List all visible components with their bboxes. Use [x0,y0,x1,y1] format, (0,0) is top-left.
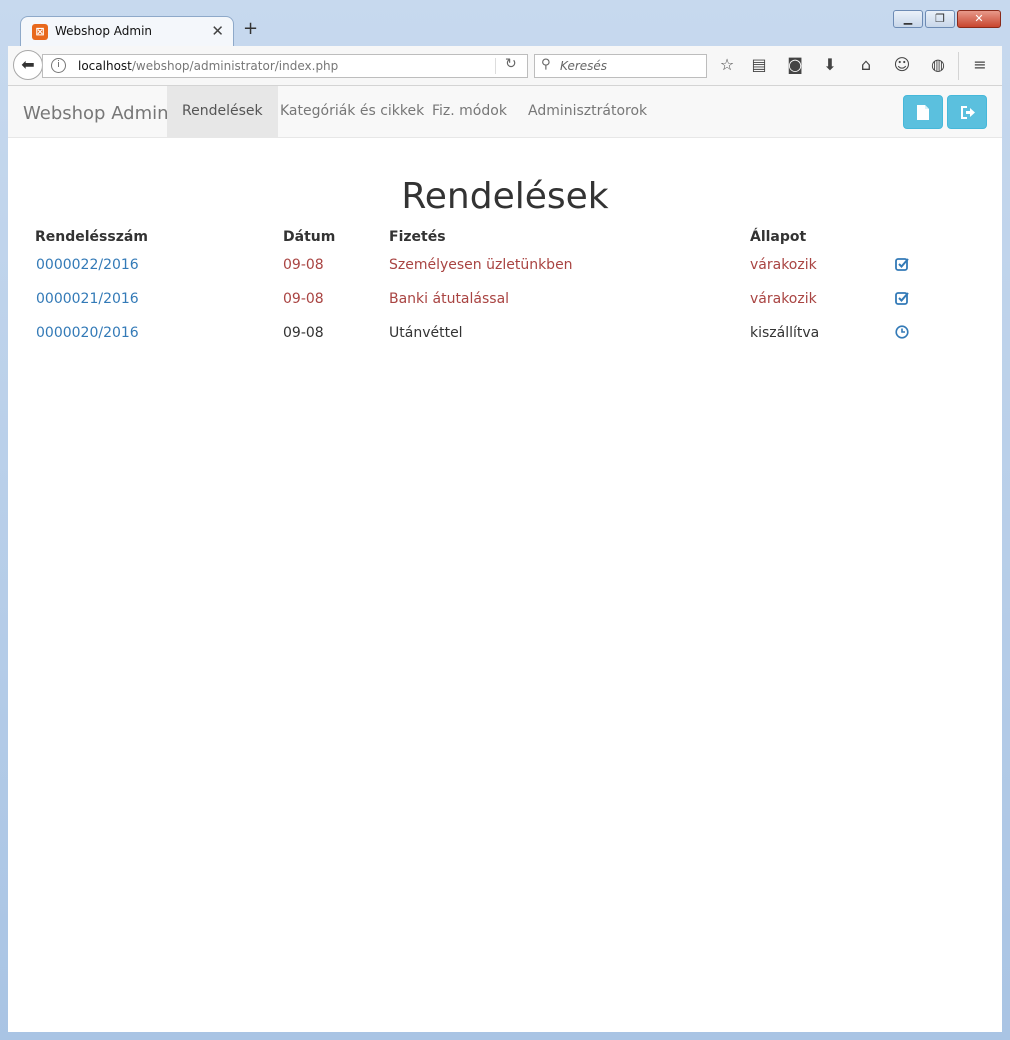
new-document-button[interactable] [903,95,943,129]
page-viewport: Webshop Admin Rendelések Kategóriák és c… [8,86,1002,1032]
reading-list-icon[interactable]: ▤ [749,55,769,75]
hamburger-menu-icon[interactable]: ≡ [970,55,990,75]
url-separator [495,58,496,74]
minimize-button[interactable]: ▁ [893,10,923,28]
window-controls: ▁ ❐ ✕ [893,10,1001,28]
logout-button[interactable] [947,95,987,129]
web-extension-icon[interactable]: ◍ [928,55,948,75]
column-header-status: Állapot [750,229,807,245]
nav-item-administrators[interactable]: Adminisztrátorok [513,86,662,137]
download-icon[interactable]: ⬇ [820,55,840,75]
search-input[interactable]: ⚲ Keresés [534,54,707,78]
url-bar[interactable]: i localhost/webshop/administrator/index.… [42,54,528,78]
nav-item-payment-methods[interactable]: Fiz. módok [417,86,522,137]
url-path: /webshop/administrator/index.php [131,59,339,73]
check-square-icon[interactable] [895,257,909,271]
order-payment: Banki átutalással [389,291,510,307]
home-icon[interactable]: ⌂ [856,55,876,75]
close-window-button[interactable]: ✕ [957,10,1001,28]
toolbar-separator [958,52,959,80]
nav-item-orders[interactable]: Rendelések [167,86,278,137]
order-date: 09-08 [283,325,324,341]
column-header-payment: Fizetés [389,229,446,245]
hello-chat-icon[interactable]: ☺ [892,55,912,75]
column-header-order-number: Rendelésszám [35,229,148,245]
url-text: localhost/webshop/administrator/index.ph… [78,59,338,73]
info-icon[interactable]: i [51,58,66,73]
back-button[interactable]: ⬅ [13,50,43,80]
title-bar: ⊠ Webshop Admin ✕ + ▁ ❐ ✕ [0,0,1010,46]
new-tab-icon[interactable]: + [243,18,258,39]
order-status: várakozik [750,291,817,307]
order-date: 09-08 [283,257,324,273]
navbar: Webshop Admin Rendelések Kategóriák és c… [8,86,1002,138]
page-title: Rendelések [401,176,609,217]
maximize-button[interactable]: ❐ [925,10,955,28]
pocket-icon[interactable]: ◙ [785,55,805,75]
browser-toolbar: ⬅ i localhost/webshop/administrator/inde… [8,46,1002,86]
xampp-favicon-icon: ⊠ [32,24,48,40]
order-number-link[interactable]: 0000022/2016 [36,257,139,273]
browser-tab[interactable]: ⊠ Webshop Admin ✕ [20,16,234,46]
order-payment: Személyesen üzletünkben [389,257,573,273]
order-date: 09-08 [283,291,324,307]
order-number-link[interactable]: 0000020/2016 [36,325,139,341]
navbar-brand[interactable]: Webshop Admin [23,103,169,124]
document-icon [917,105,929,120]
order-status: várakozik [750,257,817,273]
url-host: localhost [78,59,132,73]
search-icon: ⚲ [541,57,551,72]
check-square-icon[interactable] [895,291,909,305]
reload-icon[interactable]: ↻ [505,56,517,72]
bookmark-star-icon[interactable]: ☆ [717,55,737,75]
logout-icon [961,106,975,119]
tab-close-icon[interactable]: ✕ [211,22,224,40]
browser-window: ⊠ Webshop Admin ✕ + ▁ ❐ ✕ ⬅ i localhost/… [0,0,1010,1040]
column-header-date: Dátum [283,229,336,245]
tab-title: Webshop Admin [55,24,153,38]
nav-item-categories[interactable]: Kategóriák és cikkek [265,86,439,137]
search-placeholder: Keresés [560,59,608,73]
order-payment: Utánvéttel [389,325,463,341]
order-status: kiszállítva [750,325,820,341]
order-number-link[interactable]: 0000021/2016 [36,291,139,307]
clock-icon[interactable] [895,325,909,339]
